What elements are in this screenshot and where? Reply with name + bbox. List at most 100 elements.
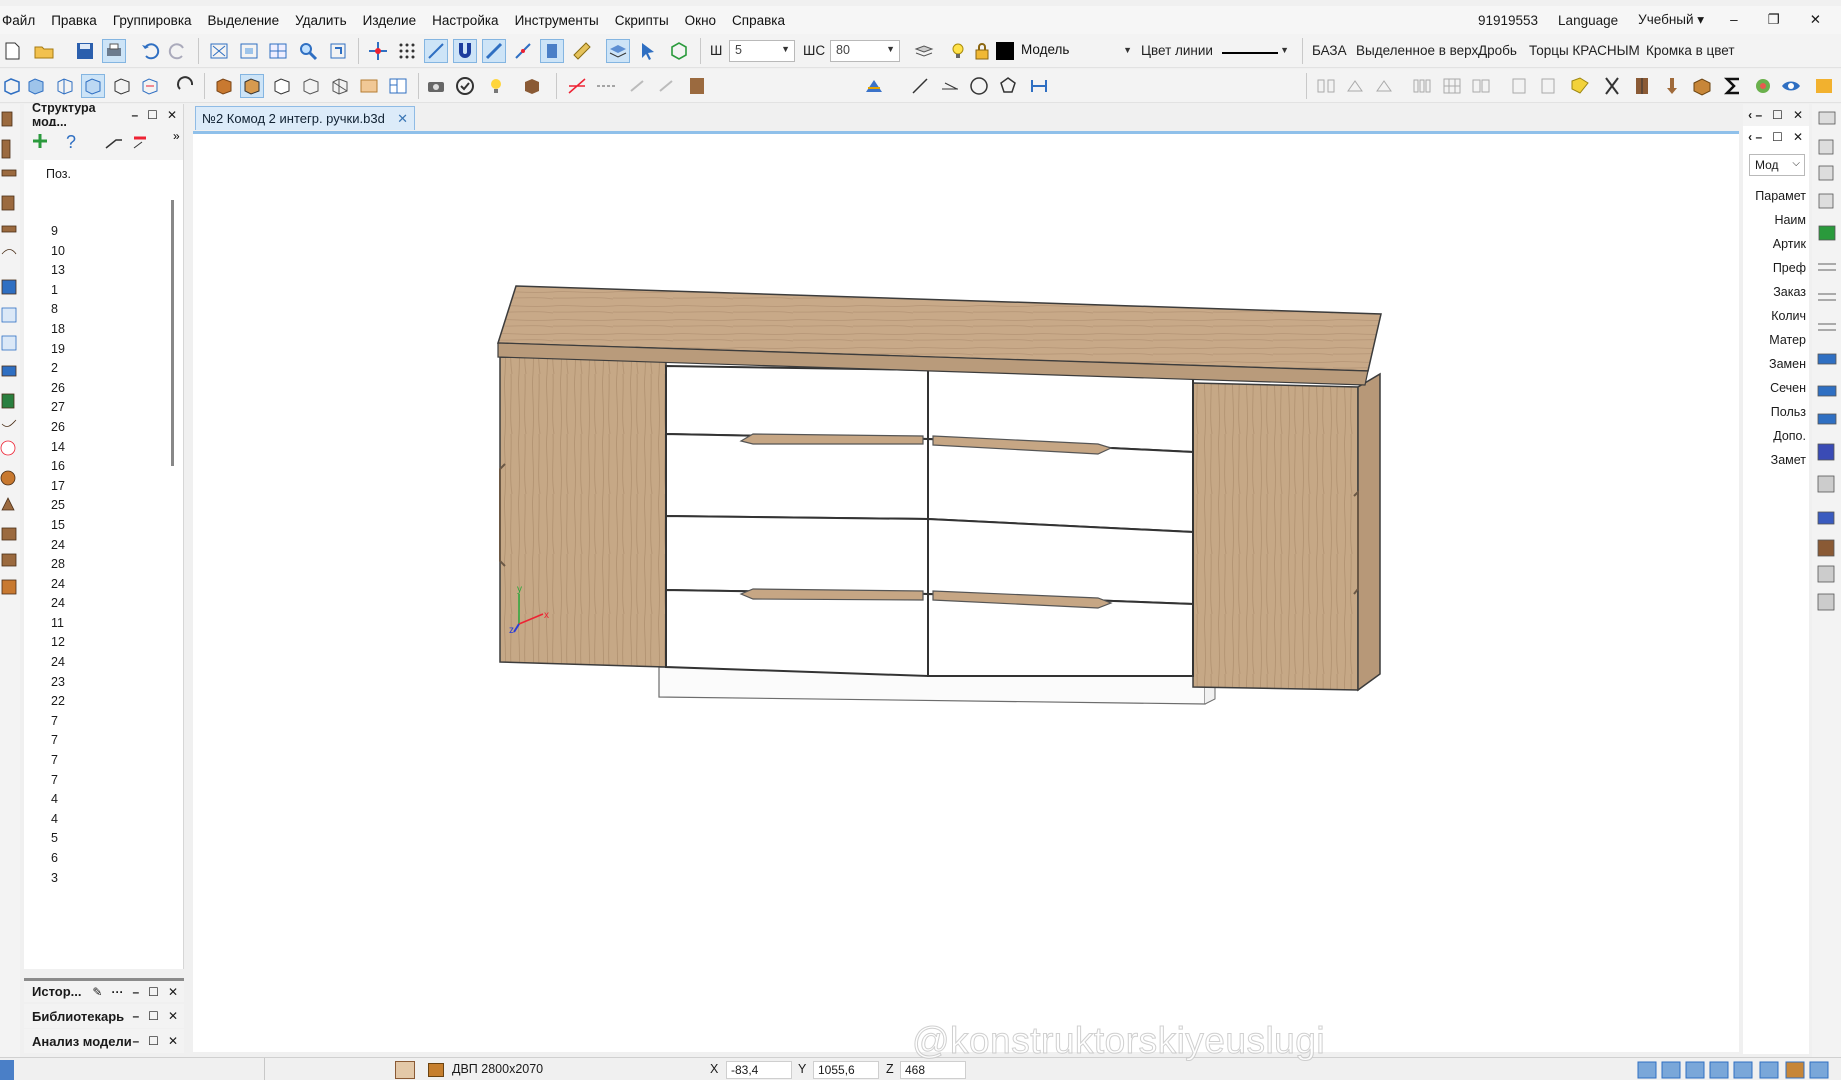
folder-yellow-icon[interactable] [1568, 74, 1592, 98]
layer-color-swatch[interactable] [996, 42, 1014, 60]
position-item[interactable]: 18 [51, 320, 65, 340]
property-row[interactable]: Допо. [1743, 424, 1809, 448]
position-item[interactable]: 13 [51, 261, 65, 281]
x-coordinate[interactable]: -83,4 [726, 1061, 792, 1079]
property-row[interactable]: Замен [1743, 352, 1809, 376]
cursor-icon[interactable] [636, 39, 660, 63]
panel-close-icon[interactable]: ✕ [167, 108, 177, 122]
panel-minimize-icon[interactable]: – [131, 108, 138, 122]
position-item[interactable]: 4 [51, 810, 65, 830]
history-edit-icon[interactable]: ✎ [92, 985, 102, 999]
tool-gray-3-icon[interactable] [1507, 74, 1531, 98]
props-pin-icon[interactable]: ‹ – [1748, 108, 1762, 122]
shc-combo[interactable]: 80 ▼ [830, 40, 900, 62]
y-coordinate[interactable]: 1055,6 [813, 1061, 879, 1079]
eye-icon[interactable] [1779, 74, 1803, 98]
librarian-panel[interactable]: Библиотекарь – ☐ ✕ [24, 1004, 184, 1028]
script-fraction[interactable]: Дробь [1478, 43, 1517, 58]
position-item[interactable]: 24 [51, 653, 65, 673]
menu-scripts[interactable]: Скрипты [607, 13, 677, 28]
position-column-header[interactable]: Поз. [46, 167, 71, 181]
position-item[interactable]: 5 [51, 829, 65, 849]
position-item[interactable]: 2 [51, 359, 65, 379]
position-item[interactable]: 11 [51, 614, 65, 634]
dim-icon-1[interactable] [626, 74, 650, 98]
zoom-all-icon[interactable] [207, 39, 231, 63]
package-icon[interactable] [1690, 74, 1714, 98]
plugin-icon[interactable] [1751, 74, 1775, 98]
bulb-icon[interactable] [946, 39, 970, 63]
array-icon[interactable] [1410, 74, 1434, 98]
position-item[interactable]: 8 [51, 300, 65, 320]
layer-stack-icon[interactable] [912, 39, 936, 63]
menu-file[interactable]: Файл [0, 13, 43, 28]
snap-edge-icon[interactable] [482, 39, 506, 63]
view-rotate-icon[interactable] [138, 74, 162, 98]
property-row[interactable]: Заказ [1743, 280, 1809, 304]
restore-icon[interactable]: ❐ [1758, 12, 1790, 28]
menu-selection[interactable]: Выделение [200, 13, 288, 28]
props-float-icon[interactable]: ☐ [1772, 108, 1783, 122]
view-wire-icon[interactable] [110, 74, 134, 98]
mode-menu[interactable]: Учебный ▾ [1628, 12, 1714, 28]
position-item[interactable]: 15 [51, 516, 65, 536]
position-item[interactable]: 24 [51, 594, 65, 614]
props-close-icon[interactable]: ✕ [1793, 108, 1803, 122]
outline-icon[interactable] [299, 74, 323, 98]
structure-tool-icons[interactable]: ? » [24, 126, 184, 160]
cube-green-icon[interactable] [667, 39, 691, 63]
snap-points-icon[interactable] [366, 39, 390, 63]
librarian-close-icon[interactable]: ✕ [168, 1009, 178, 1023]
history-float-icon[interactable]: ☐ [148, 985, 159, 999]
position-item[interactable]: 26 [51, 418, 65, 438]
grid-icon[interactable] [395, 39, 419, 63]
document-tab-close-icon[interactable]: ✕ [397, 111, 408, 127]
shaded-edges-icon[interactable] [240, 74, 264, 98]
cabinet-icon[interactable] [1630, 74, 1654, 98]
left-tools-icons[interactable] [0, 104, 20, 624]
minimize-icon[interactable]: – [1720, 12, 1748, 28]
model-analysis-panel[interactable]: Анализ модели – ☐ ✕ [24, 1029, 184, 1053]
box-icon[interactable] [520, 74, 544, 98]
props2-pin-icon[interactable]: ‹ – [1748, 130, 1762, 144]
position-item[interactable]: 22 [51, 692, 65, 712]
position-item[interactable]: 7 [51, 751, 65, 771]
menu-settings[interactable]: Настройка [424, 13, 506, 28]
lock-icon[interactable] [970, 39, 994, 63]
status-tool-icons[interactable] [1636, 1060, 1836, 1080]
print-icon[interactable] [102, 39, 126, 63]
dashed-line-icon[interactable] [594, 74, 618, 98]
properties-mode-combo[interactable]: Мод ⌵ [1749, 154, 1805, 176]
history-panel[interactable]: Истор... ✎ ··· – ☐ ✕ [24, 978, 184, 1002]
undo-icon[interactable] [138, 39, 162, 63]
section-icon[interactable] [565, 74, 589, 98]
layer-combo[interactable]: Модель ▼ [1016, 40, 1136, 62]
position-item[interactable]: 27 [51, 398, 65, 418]
property-row[interactable]: Наим [1743, 208, 1809, 232]
tool-gray-4-icon[interactable] [1536, 74, 1560, 98]
position-item[interactable]: 1 [51, 281, 65, 301]
tool-gray-1-icon[interactable] [1343, 74, 1367, 98]
camera-icon[interactable] [424, 74, 448, 98]
status-help-icon[interactable] [0, 1060, 14, 1080]
array-2-icon[interactable] [1469, 74, 1493, 98]
ruler-icon[interactable] [570, 39, 594, 63]
position-item[interactable]: 14 [51, 438, 65, 458]
sum-icon[interactable] [1721, 74, 1745, 98]
position-item[interactable]: 9 [51, 222, 65, 242]
property-row[interactable]: Преф [1743, 256, 1809, 280]
panel-icon[interactable] [685, 74, 709, 98]
width-combo[interactable]: 5 ▼ [729, 40, 795, 62]
position-item[interactable]: 26 [51, 379, 65, 399]
position-item[interactable]: 16 [51, 457, 65, 477]
property-row[interactable]: Матер [1743, 328, 1809, 352]
property-row[interactable]: Польз [1743, 400, 1809, 424]
right-tools-icons[interactable] [1812, 104, 1841, 624]
position-item[interactable]: 7 [51, 712, 65, 732]
language-menu[interactable]: Language [1548, 13, 1628, 28]
view-front-icon[interactable] [24, 74, 48, 98]
position-item[interactable]: 7 [51, 731, 65, 751]
open-folder-icon[interactable] [32, 39, 56, 63]
position-item[interactable]: 12 [51, 633, 65, 653]
position-item[interactable]: 17 [51, 477, 65, 497]
